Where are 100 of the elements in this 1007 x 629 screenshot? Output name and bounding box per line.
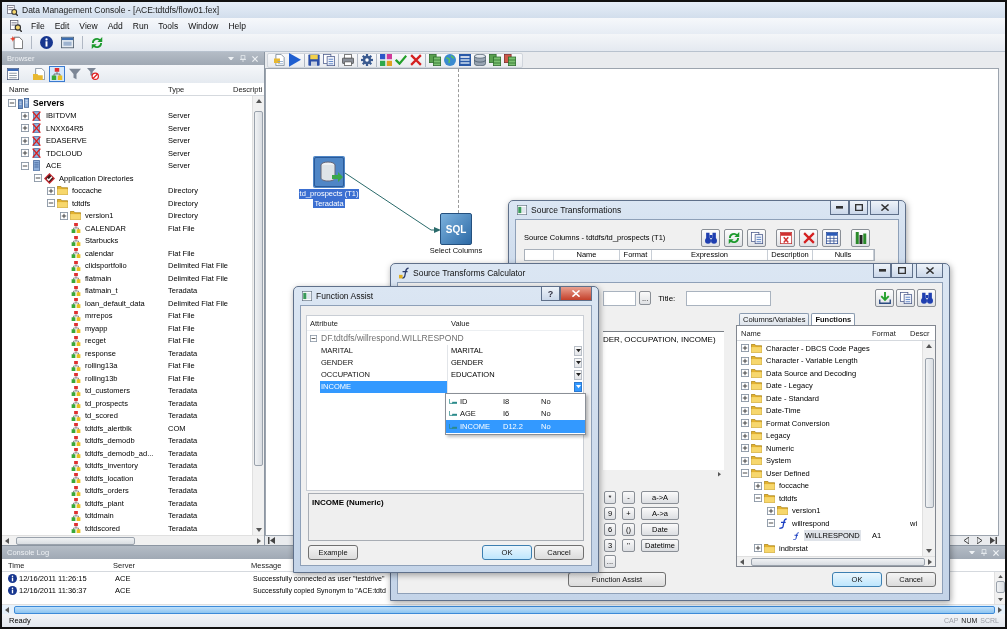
database-icon[interactable] (474, 54, 486, 66)
tree-item[interactable]: Servers (32, 97, 66, 109)
filter-clear-button[interactable] (85, 66, 101, 82)
expand-icon[interactable] (21, 124, 29, 133)
collapse-icon[interactable] (21, 161, 29, 170)
tables-icon[interactable] (489, 54, 501, 66)
check-icon[interactable] (395, 54, 407, 66)
expand-icon[interactable] (741, 444, 749, 453)
vertical-scrollbar[interactable] (922, 341, 935, 556)
expand-icon[interactable] (60, 211, 68, 220)
expand-icon[interactable] (741, 394, 749, 403)
menu-item[interactable]: Edit (49, 19, 75, 33)
grid-icon[interactable] (380, 54, 392, 66)
minimize-button[interactable] (873, 264, 891, 278)
expand-icon[interactable] (741, 406, 749, 415)
previous-icon[interactable] (964, 537, 969, 544)
scrollbar-thumb[interactable] (924, 358, 934, 508)
copy-button[interactable] (896, 289, 915, 307)
copy-button[interactable] (747, 228, 766, 247)
expand-icon[interactable] (741, 356, 749, 365)
next-icon[interactable] (977, 537, 982, 544)
menu-item[interactable]: View (74, 19, 103, 33)
input-field[interactable] (603, 290, 636, 306)
collapse-icon[interactable] (47, 199, 55, 208)
menu-item[interactable]: Window (183, 19, 224, 33)
scrollbar-thumb[interactable] (254, 111, 263, 466)
title-field[interactable] (686, 290, 772, 306)
copy-icon[interactable] (323, 54, 335, 66)
expand-icon[interactable] (741, 431, 749, 440)
binoculars-button[interactable] (701, 228, 720, 247)
horizontal-scrollbar[interactable] (2, 535, 264, 545)
play-icon[interactable] (289, 53, 301, 67)
expand-icon[interactable] (741, 381, 749, 390)
folder-document-button[interactable] (31, 66, 47, 82)
filter-button[interactable] (67, 66, 83, 82)
tables-icon[interactable] (504, 54, 516, 66)
gear-icon[interactable] (361, 54, 373, 66)
first-page-icon[interactable] (268, 537, 275, 544)
refresh-icon[interactable] (91, 36, 103, 49)
collapse-icon[interactable] (741, 469, 749, 478)
expand-icon[interactable] (767, 506, 775, 515)
scrollbar-thumb[interactable] (995, 581, 1005, 594)
globe-icon[interactable] (444, 54, 456, 66)
x-mark-icon[interactable] (410, 54, 422, 66)
vertical-scrollbar[interactable] (994, 572, 1005, 604)
expand-icon[interactable] (21, 111, 29, 120)
dropdown-button[interactable] (574, 346, 582, 356)
close-button[interactable] (916, 264, 943, 278)
list-panel-icon[interactable] (459, 54, 471, 66)
table-button[interactable] (822, 228, 841, 247)
menu-item[interactable]: Help (223, 19, 251, 33)
menu-item[interactable]: Tools (153, 19, 184, 33)
find-button[interactable] (917, 289, 936, 307)
maximize-button[interactable] (891, 264, 913, 278)
collapse-icon[interactable] (34, 174, 42, 183)
menu-item[interactable]: Run (127, 19, 154, 33)
info-icon[interactable] (40, 36, 53, 49)
minimize-button[interactable] (830, 201, 849, 215)
expression-field[interactable]: DER, OCCUPATION, INCOME) (603, 331, 724, 479)
print-icon[interactable] (342, 54, 354, 66)
hierarchy-button[interactable] (49, 66, 65, 82)
expand-icon[interactable] (47, 186, 55, 195)
last-page-icon[interactable] (990, 537, 997, 544)
collapse-icon[interactable] (310, 334, 317, 342)
database-tile-icon[interactable] (313, 156, 345, 188)
expand-icon[interactable] (741, 456, 749, 465)
document-icon[interactable] (274, 54, 286, 66)
expand-icon[interactable] (754, 481, 762, 490)
scrollbar-thumb[interactable] (751, 557, 925, 566)
table-list-button[interactable] (5, 66, 21, 82)
close-button[interactable] (560, 287, 592, 301)
maximize-button[interactable] (849, 201, 868, 215)
menu-item[interactable]: Add (102, 19, 128, 33)
window-icon[interactable] (61, 36, 74, 49)
horizontal-scrollbar[interactable] (737, 556, 935, 566)
x-mark-button[interactable] (799, 228, 818, 247)
scrollbar-thumb[interactable] (16, 536, 135, 545)
vertical-scrollbar[interactable] (252, 96, 264, 535)
bar-chart-button[interactable] (851, 228, 870, 247)
tables-icon[interactable] (429, 54, 441, 66)
insert-button[interactable] (875, 289, 894, 307)
menu-item[interactable]: File (26, 19, 50, 33)
app-icon[interactable] (10, 20, 22, 32)
collapse-icon[interactable] (754, 494, 762, 503)
help-button[interactable]: ? (541, 287, 560, 301)
table-delete-button[interactable] (776, 228, 795, 247)
dropdown-button[interactable] (574, 358, 582, 368)
expand-icon[interactable] (21, 136, 29, 145)
expand-icon[interactable] (754, 544, 762, 553)
refresh-button[interactable] (724, 228, 743, 247)
save-icon[interactable] (308, 54, 320, 66)
expand-icon[interactable] (21, 149, 29, 158)
new-file-icon[interactable] (10, 36, 23, 49)
collapse-icon[interactable] (767, 519, 775, 528)
expand-icon[interactable] (741, 369, 749, 378)
collapse-icon[interactable] (8, 99, 16, 108)
expand-icon[interactable] (741, 344, 749, 353)
dropdown-button[interactable] (574, 370, 582, 380)
close-button[interactable] (870, 201, 899, 215)
expand-icon[interactable] (741, 419, 749, 428)
